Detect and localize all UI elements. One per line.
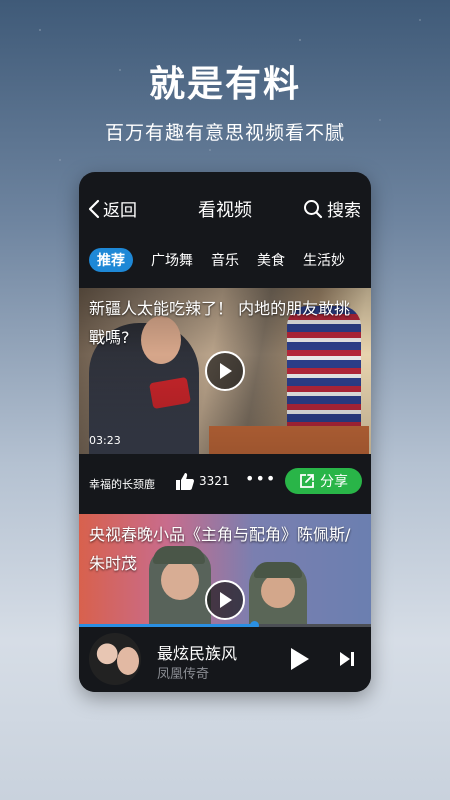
author-name[interactable]: 幸福的长颈鹿 [89, 476, 155, 492]
share-icon [300, 474, 314, 488]
music-player-bar: 最炫民族风 凤凰传奇 [79, 627, 371, 692]
back-button[interactable]: 返回 [87, 196, 137, 221]
video-duration: 03:23 [89, 434, 121, 447]
artist-name: 凤凰传奇 [157, 667, 210, 682]
video-meta-bar: 幸福的长颈鹿 3321 ••• 分享 [79, 454, 371, 514]
album-cover[interactable] [89, 633, 141, 685]
video-title[interactable]: 新疆人太能吃辣了！ 内地的朋友敢挑戰嗎? [89, 294, 361, 352]
like-count: 3321 [199, 474, 230, 488]
video-card-2[interactable]: 央视春晚小品《主角与配角》陈佩斯/朱时茂 [79, 514, 371, 626]
more-button[interactable]: ••• [245, 469, 276, 488]
thumbs-up-icon [176, 473, 195, 490]
album-cover-face [117, 647, 139, 675]
share-button[interactable]: 分享 [285, 468, 362, 494]
next-track-button[interactable] [337, 649, 357, 673]
phone-screen: 看视频 返回 搜索 推荐 广场舞 音乐 美食 生活妙 新疆人太能吃辣了！ 内地的… [79, 172, 371, 692]
video-card-1[interactable]: 新疆人太能吃辣了！ 内地的朋友敢挑戰嗎? 03:23 [79, 288, 371, 454]
play-button-2[interactable] [205, 580, 245, 620]
share-label: 分享 [320, 474, 348, 490]
back-label: 返回 [103, 201, 137, 221]
promo-headline: 就是有料 [148, 64, 301, 105]
video-title-2[interactable]: 央视春晚小品《主角与配角》陈佩斯/朱时茂 [89, 520, 361, 578]
search-label: 搜索 [327, 201, 361, 221]
tab-recommend[interactable]: 推荐 [89, 248, 133, 272]
top-bar: 看视频 返回 搜索 [79, 172, 371, 246]
play-pause-button[interactable] [289, 646, 311, 676]
play-icon [220, 363, 232, 379]
play-icon [220, 592, 232, 608]
search-button[interactable]: 搜索 [303, 196, 361, 221]
like-button[interactable]: 3321 [175, 471, 230, 491]
skip-next-icon [340, 652, 354, 666]
chevron-left-icon [88, 199, 100, 218]
promo-subline: 百万有趣有意思视频看不腻 [104, 122, 345, 144]
tab-life-tips[interactable]: 生活妙 [303, 250, 345, 270]
tab-square-dance[interactable]: 广场舞 [151, 250, 193, 270]
video-thumbnail-face-2 [261, 574, 295, 608]
search-icon [304, 199, 323, 218]
category-tabs: 推荐 广场舞 音乐 美食 生活妙 [89, 248, 363, 272]
play-icon [291, 648, 309, 670]
tab-music[interactable]: 音乐 [211, 250, 239, 270]
play-button[interactable] [205, 351, 245, 391]
song-title: 最炫民族风 [157, 644, 238, 663]
tab-food[interactable]: 美食 [257, 250, 285, 270]
